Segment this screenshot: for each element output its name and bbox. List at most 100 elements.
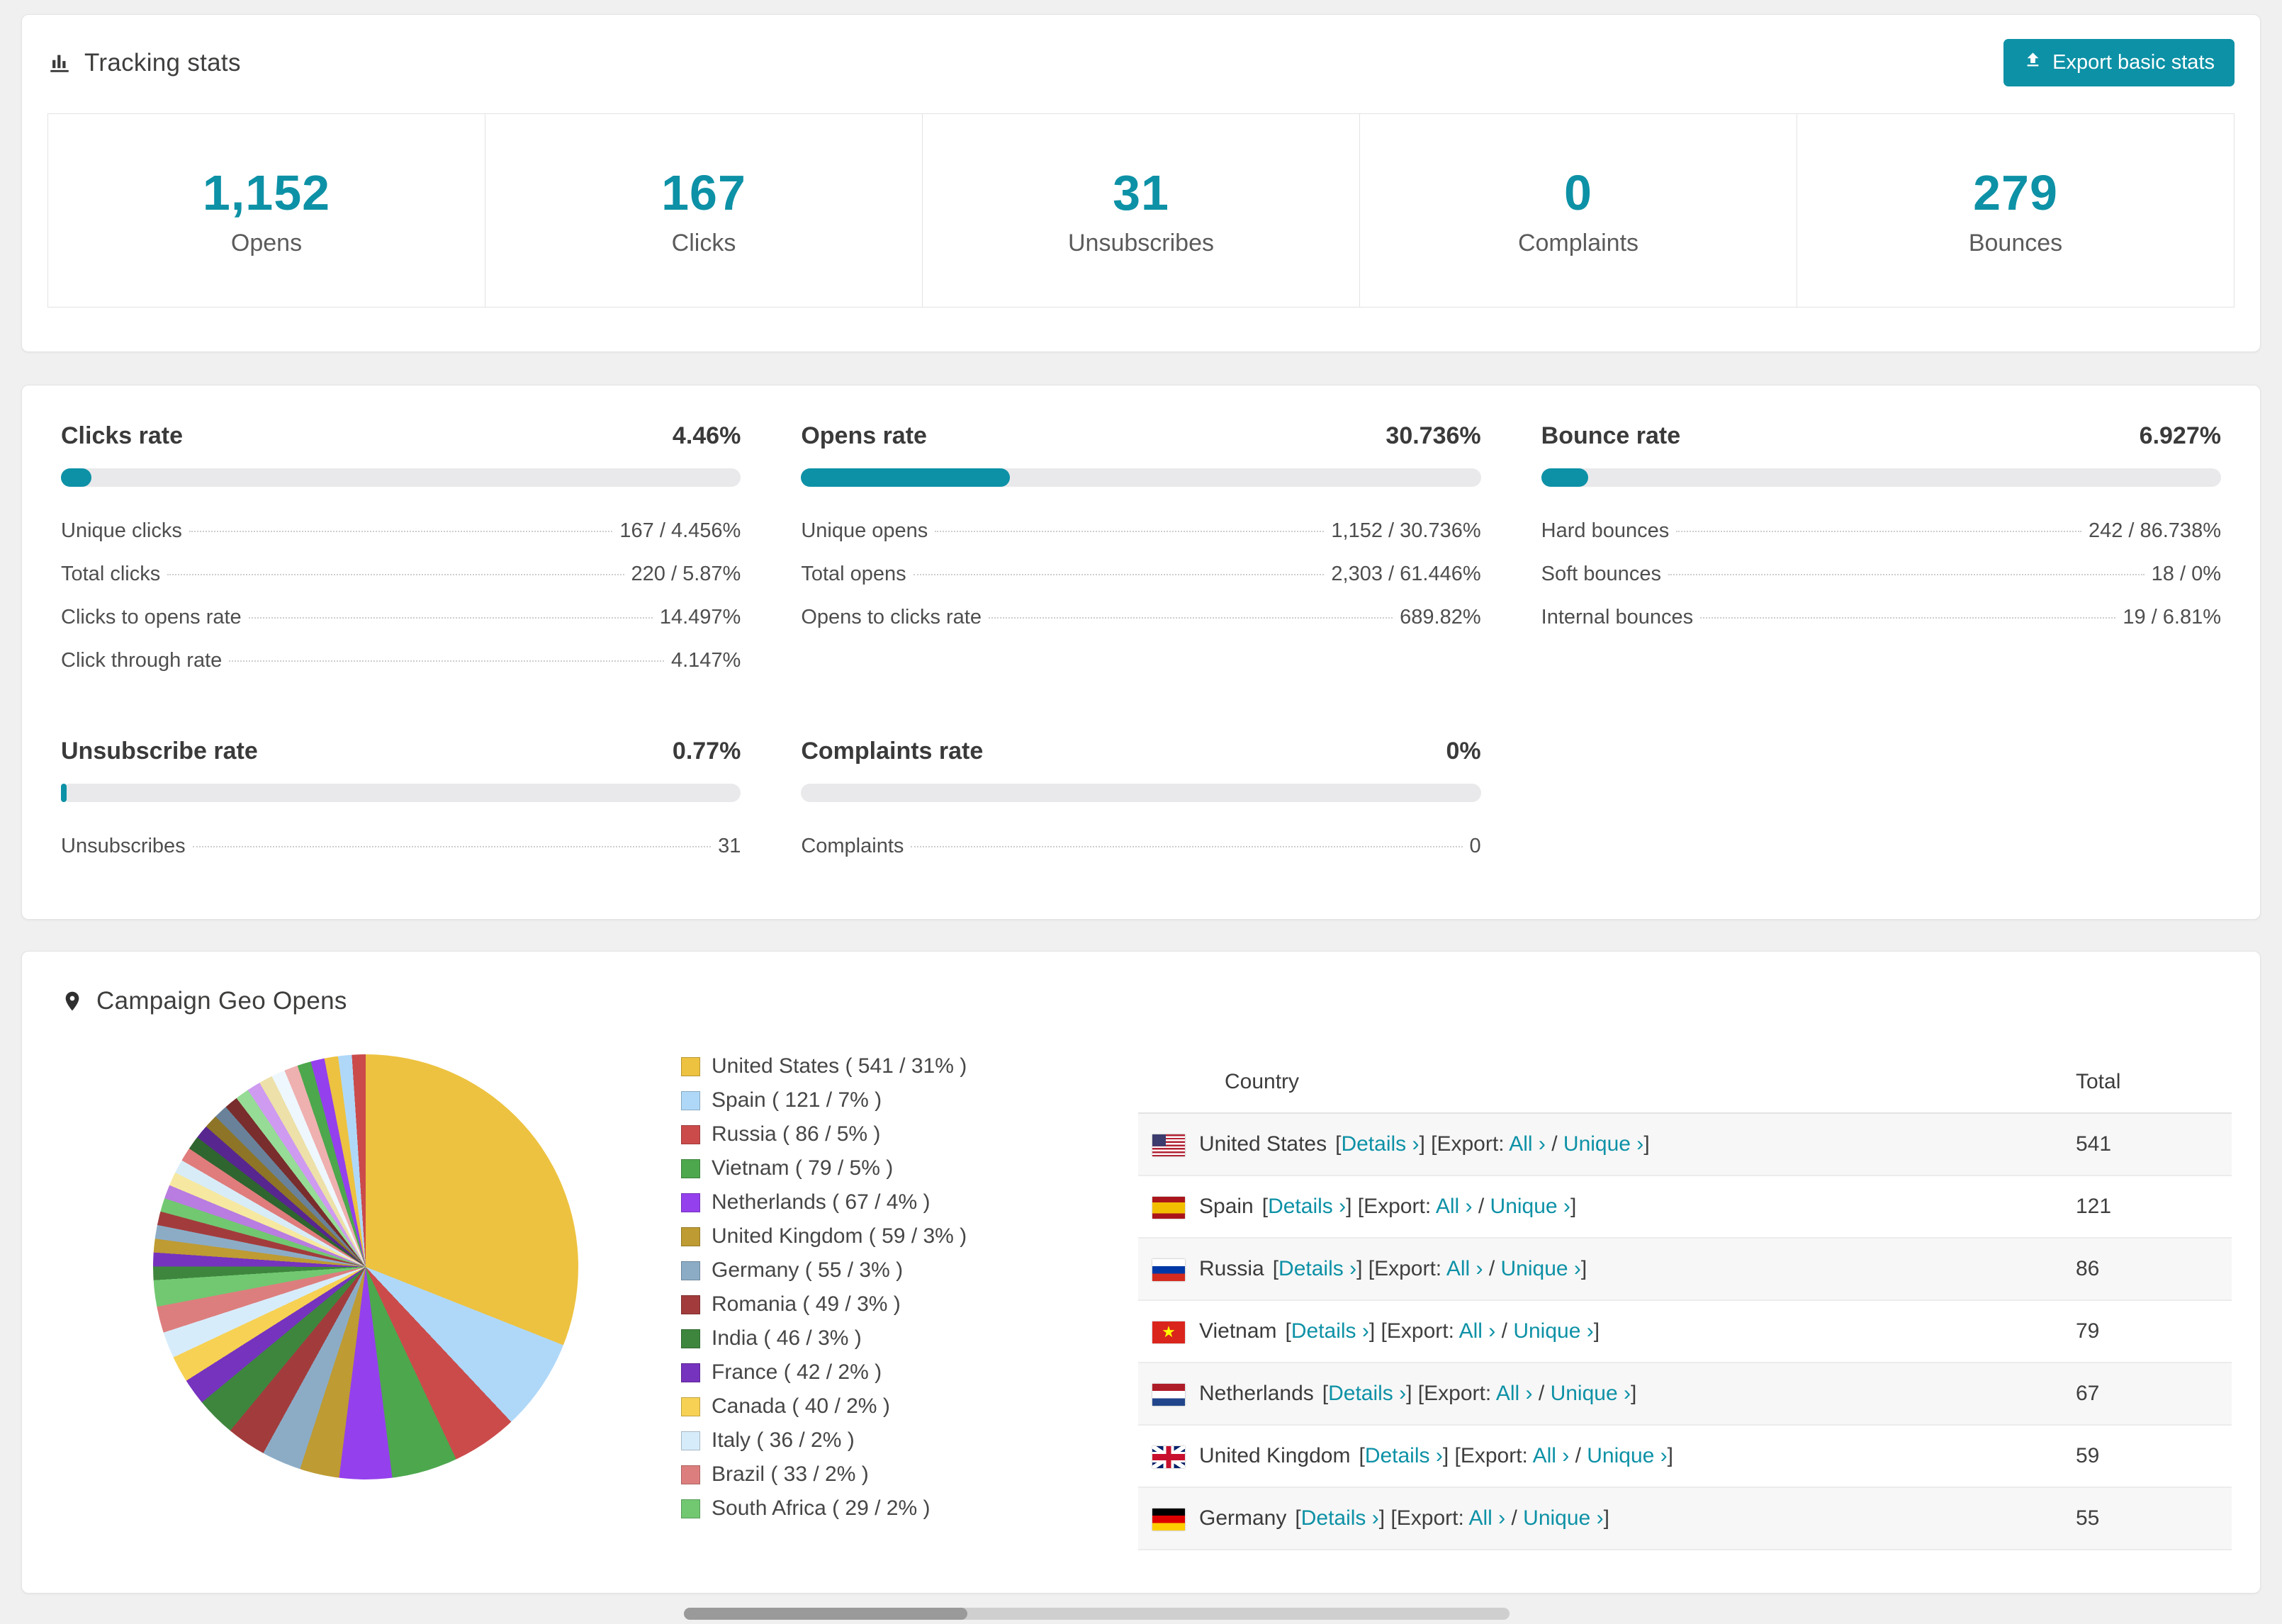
stat-value: 31 <box>1113 164 1169 220</box>
export-all-link[interactable]: All › <box>1459 1319 1496 1343</box>
geo-table-row-ru: Russia [Details ›] [Export: All › / Uniqu… <box>1138 1238 2232 1301</box>
country-cell: Russia [Details ›] [Export: All › / Uniqu… <box>1138 1238 2062 1301</box>
export-button-label: Export basic stats <box>2052 51 2215 74</box>
legend-label: Italy ( 36 / 2% ) <box>712 1428 855 1452</box>
details-link[interactable]: Details › <box>1365 1444 1443 1467</box>
country-actions: [Details ›] [Export: All › / Unique ›] <box>1359 1444 1674 1467</box>
country-total: 121 <box>2062 1175 2232 1239</box>
rate-head: Bounce rate 6.927% <box>1541 422 2221 450</box>
export-basic-stats-button[interactable]: Export basic stats <box>2003 39 2235 86</box>
dotted-leader <box>192 846 712 847</box>
export-all-link[interactable]: All › <box>1533 1444 1570 1467</box>
summary-stats-row: 1,152 Opens 167 Clicks 31 Unsubscribes 0 Compla… <box>47 113 2235 308</box>
rate-percent: 0% <box>1446 738 1481 765</box>
export-all-link[interactable]: All › <box>1436 1195 1473 1218</box>
rate-rows: Unique opens 1,152 / 30.736% Total opens 2,… <box>801 509 1480 639</box>
details-link[interactable]: Details › <box>1328 1382 1406 1405</box>
rate-title: Opens rate <box>801 422 927 449</box>
country-name: Netherlands <box>1199 1382 1314 1405</box>
export-unique-link[interactable]: Unique › <box>1551 1382 1631 1405</box>
details-link[interactable]: Details › <box>1268 1195 1346 1218</box>
export-all-link[interactable]: All › <box>1496 1382 1533 1405</box>
legend-swatch <box>681 1499 700 1518</box>
column-header-country: Country <box>1138 1054 2062 1114</box>
stat-line: Unsubscribes 31 <box>61 825 741 868</box>
export-all-link[interactable]: All › <box>1468 1506 1505 1530</box>
geo-table-row-gb: United Kingdom [Details ›] [Export: All ›… <box>1138 1425 2232 1488</box>
geo-pie-chart <box>153 1054 578 1479</box>
export-unique-link[interactable]: Unique › <box>1501 1257 1581 1280</box>
dotted-leader <box>988 617 1393 619</box>
country-actions: [Details ›] [Export: All › / Unique ›] <box>1295 1506 1609 1530</box>
legend-item: South Africa ( 29 / 2% ) <box>681 1496 1138 1521</box>
country-cell: United Kingdom [Details ›] [Export: All ›… <box>1138 1425 2062 1488</box>
stat-line: Hard bounces 242 / 86.738% <box>1541 509 2221 553</box>
dotted-leader <box>1668 574 2145 575</box>
stat-line-value: 14.497% <box>659 606 741 628</box>
stat-box-complaints: 0 Complaints <box>1359 113 1797 308</box>
legend-label: Brazil ( 33 / 2% ) <box>712 1462 869 1486</box>
tracking-stats-card: Tracking stats Export basic stats 1,152 O… <box>21 14 2261 352</box>
dotted-leader <box>229 660 664 662</box>
export-unique-link[interactable]: Unique › <box>1513 1319 1593 1343</box>
legend-label: Spain ( 121 / 7% ) <box>712 1088 882 1112</box>
stat-line-value: 0 <box>1469 835 1481 857</box>
country-total: 67 <box>2062 1363 2232 1426</box>
stat-line: Click through rate 4.147% <box>61 639 741 682</box>
stat-line-value: 31 <box>718 835 741 857</box>
export-all-link[interactable]: All › <box>1446 1257 1483 1280</box>
stat-line-label: Unique opens <box>801 519 928 542</box>
rate-title: Unsubscribe rate <box>61 738 258 765</box>
horizontal-scrollbar[interactable] <box>684 1608 1510 1620</box>
details-link[interactable]: Details › <box>1278 1257 1356 1280</box>
stat-line-label: Opens to clicks rate <box>801 606 982 628</box>
legend-item: Spain ( 121 / 7% ) <box>681 1088 1138 1112</box>
legend-label: South Africa ( 29 / 2% ) <box>712 1496 931 1520</box>
dotted-leader <box>913 574 1325 575</box>
stat-label: Bounces <box>1968 229 2063 256</box>
stat-line: Internal bounces 19 / 6.81% <box>1541 596 2221 639</box>
export-unique-link[interactable]: Unique › <box>1563 1132 1643 1156</box>
flag-icon-vn <box>1152 1321 1185 1343</box>
legend-swatch <box>681 1227 700 1246</box>
export-unique-link[interactable]: Unique › <box>1587 1444 1667 1467</box>
country-cell: Spain [Details ›] [Export: All › / Unique… <box>1138 1175 2062 1239</box>
stat-line-label: Click through rate <box>61 649 223 672</box>
legend-label: India ( 46 / 3% ) <box>712 1326 862 1350</box>
stat-line-value: 220 / 5.87% <box>631 563 741 585</box>
export-unique-link[interactable]: Unique › <box>1490 1195 1570 1218</box>
legend-item: Netherlands ( 67 / 4% ) <box>681 1190 1138 1214</box>
details-link[interactable]: Details › <box>1301 1506 1379 1530</box>
country-total: 541 <box>2062 1113 2232 1176</box>
details-link[interactable]: Details › <box>1341 1132 1419 1156</box>
stat-line-label: Unsubscribes <box>61 835 186 857</box>
stat-box-bounces: 279 Bounces <box>1797 113 2235 308</box>
stat-line: Opens to clicks rate 689.82% <box>801 596 1480 639</box>
legend-item: United Kingdom ( 59 / 3% ) <box>681 1224 1138 1248</box>
stat-line-label: Internal bounces <box>1541 606 1694 628</box>
geo-opens-header: Campaign Geo Opens <box>61 987 2232 1015</box>
dotted-leader <box>935 531 1325 532</box>
stat-line-label: Total opens <box>801 563 906 585</box>
geo-table-row-es: Spain [Details ›] [Export: All › / Unique… <box>1138 1175 2232 1239</box>
details-link[interactable]: Details › <box>1291 1319 1369 1343</box>
rate-head: Complaints rate 0% <box>801 738 1480 765</box>
flag-icon-us <box>1152 1134 1185 1156</box>
geo-table-row-vn: Vietnam [Details ›] [Export: All › / Uniq… <box>1138 1300 2232 1363</box>
stat-line-value: 2,303 / 61.446% <box>1331 563 1481 585</box>
stat-line: Unique clicks 167 / 4.456% <box>61 509 741 553</box>
country-actions: [Details ›] [Export: All › / Unique ›] <box>1335 1132 1650 1156</box>
stat-value: 0 <box>1564 164 1592 220</box>
progress-fill <box>61 784 67 802</box>
legend-swatch <box>681 1363 700 1382</box>
stat-line-value: 242 / 86.738% <box>2088 519 2221 542</box>
dotted-leader <box>167 574 624 575</box>
export-unique-link[interactable]: Unique › <box>1523 1506 1603 1530</box>
scrollbar-thumb[interactable] <box>684 1608 967 1620</box>
country-actions: [Details ›] [Export: All › / Unique ›] <box>1322 1382 1637 1405</box>
flag-icon-es <box>1152 1196 1185 1219</box>
country-cell: United States [Details ›] [Export: All › … <box>1138 1113 2062 1176</box>
geo-legend: United States ( 541 / 31% ) Spain ( 121 /… <box>681 1054 1138 1550</box>
export-all-link[interactable]: All › <box>1509 1132 1546 1156</box>
export-icon <box>2023 50 2042 75</box>
